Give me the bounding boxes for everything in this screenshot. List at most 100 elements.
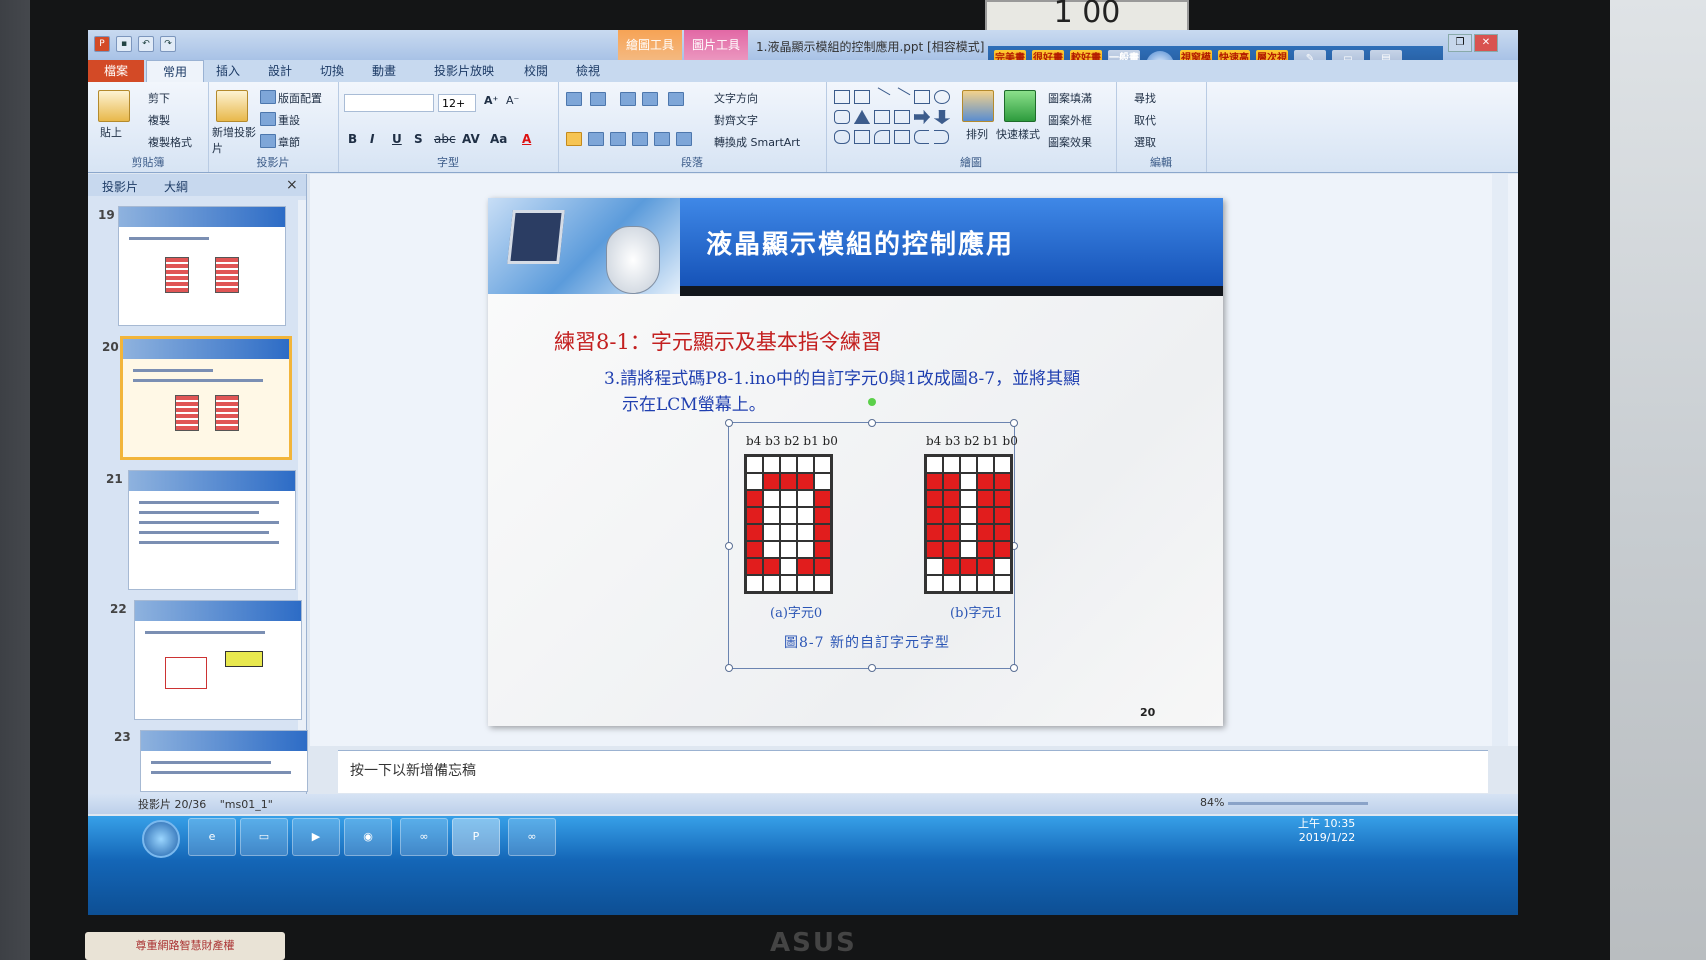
- tab-transitions[interactable]: 切換: [320, 62, 344, 79]
- font-color-button[interactable]: A: [522, 132, 531, 146]
- new-slide-button[interactable]: 新增投影片: [212, 124, 256, 156]
- tab-animations[interactable]: 動畫: [372, 62, 396, 79]
- ie-icon[interactable]: e: [188, 818, 236, 856]
- distribute-icon[interactable]: [654, 132, 670, 146]
- line-spacing-icon[interactable]: [668, 92, 684, 106]
- chrome-icon[interactable]: ◉: [344, 818, 392, 856]
- slide-canvas[interactable]: 液晶顯示模組的控制應用 練習8-1：字元顯示及基本指令練習 3.請將程式碼P8-…: [488, 198, 1223, 726]
- zoom-level[interactable]: 84%: [1200, 796, 1224, 809]
- notes-placeholder[interactable]: 按一下以新增備忘稿: [350, 760, 476, 780]
- powerpoint-icon[interactable]: P: [452, 818, 500, 856]
- exercise-heading[interactable]: 練習8-1：字元顯示及基本指令練習: [554, 326, 882, 356]
- undo-icon[interactable]: ↶: [138, 36, 154, 52]
- shape-effects-button[interactable]: 圖案效果: [1048, 134, 1092, 150]
- resize-handle[interactable]: [1010, 664, 1018, 672]
- paste-icon[interactable]: [98, 90, 130, 122]
- resize-handle[interactable]: [725, 419, 733, 427]
- resize-handle[interactable]: [868, 664, 876, 672]
- rectangle-shape-icon[interactable]: [914, 90, 930, 104]
- columns-icon[interactable]: [676, 132, 692, 146]
- align-right-icon[interactable]: [610, 132, 626, 146]
- close-pane-icon[interactable]: ×: [286, 177, 298, 193]
- freeform-shape-icon[interactable]: [834, 130, 850, 144]
- line-shape-icon[interactable]: [871, 87, 891, 106]
- format-painter-button[interactable]: 複製格式: [148, 134, 192, 150]
- close-icon[interactable]: ✕: [1474, 34, 1498, 52]
- save-icon[interactable]: ▪: [116, 36, 132, 52]
- tab-design[interactable]: 設計: [268, 62, 292, 79]
- smartart-button[interactable]: 轉換成 SmartArt: [714, 134, 800, 150]
- textbox-vertical-shape-icon[interactable]: [854, 90, 870, 104]
- resize-handle[interactable]: [725, 542, 733, 550]
- replace-button[interactable]: 取代: [1134, 112, 1156, 128]
- media-player-icon[interactable]: ▶: [292, 818, 340, 856]
- slide-thumbnail-23[interactable]: [140, 730, 308, 792]
- justify-icon[interactable]: [632, 132, 648, 146]
- tab-review[interactable]: 校閱: [524, 62, 548, 79]
- quick-styles-button[interactable]: 快速樣式: [996, 126, 1040, 142]
- align-left-icon[interactable]: [566, 132, 582, 146]
- underline-button[interactable]: U: [392, 132, 402, 146]
- font-name-field[interactable]: [344, 94, 434, 112]
- shape-fill-button[interactable]: 圖案填滿: [1048, 90, 1092, 106]
- app-icon[interactable]: P: [94, 36, 110, 52]
- triangle-shape-icon[interactable]: [854, 110, 870, 124]
- tab-outline[interactable]: 大綱: [164, 178, 188, 195]
- redo-icon[interactable]: ↷: [160, 36, 176, 52]
- bold-button[interactable]: B: [348, 132, 357, 146]
- grow-font-icon[interactable]: A⁺: [484, 94, 498, 107]
- brace-right-shape-icon[interactable]: [934, 130, 949, 144]
- shrink-font-icon[interactable]: A⁻: [506, 94, 519, 107]
- quick-styles-icon[interactable]: [1004, 90, 1036, 122]
- decrease-indent-icon[interactable]: [620, 92, 636, 106]
- tab-slideshow[interactable]: 投影片放映: [434, 62, 494, 79]
- align-center-icon[interactable]: [588, 132, 604, 146]
- brace-left-shape-icon[interactable]: [914, 130, 929, 144]
- font-size-field[interactable]: 12+: [438, 94, 476, 112]
- tab-view[interactable]: 檢視: [576, 62, 600, 79]
- copy-button[interactable]: 複製: [148, 112, 170, 128]
- slide-thumbnail-21[interactable]: [128, 470, 296, 590]
- resize-handle[interactable]: [1010, 419, 1018, 427]
- arduino-icon[interactable]: ∞: [400, 818, 448, 856]
- arduino-icon-2[interactable]: ∞: [508, 818, 556, 856]
- section-button[interactable]: 章節: [278, 134, 300, 150]
- increase-indent-icon[interactable]: [642, 92, 658, 106]
- start-button-icon[interactable]: [142, 820, 180, 858]
- char-spacing-button[interactable]: AV: [462, 132, 480, 146]
- rounded-rect-shape-icon[interactable]: [834, 110, 850, 124]
- layout-button[interactable]: 版面配置: [278, 90, 322, 106]
- tab-file[interactable]: 檔案: [88, 60, 144, 82]
- slide-thumbnail-20[interactable]: [120, 336, 292, 460]
- find-button[interactable]: 尋找: [1134, 90, 1156, 106]
- curve-shape-icon[interactable]: [894, 130, 910, 144]
- textbox-shape-icon[interactable]: [834, 90, 850, 104]
- italic-button[interactable]: I: [370, 132, 374, 146]
- resize-handle[interactable]: [725, 664, 733, 672]
- change-case-button[interactable]: Aa: [490, 132, 507, 146]
- reset-button[interactable]: 重設: [278, 112, 300, 128]
- arrow-shape-icon[interactable]: [891, 87, 911, 106]
- slide-thumbnail-22[interactable]: [134, 600, 302, 720]
- strikethrough-button[interactable]: abc: [434, 132, 456, 146]
- cut-button[interactable]: 剪下: [148, 90, 170, 106]
- restore-icon[interactable]: ❐: [1448, 34, 1472, 52]
- tab-slides[interactable]: 投影片: [102, 178, 138, 195]
- select-button[interactable]: 選取: [1134, 134, 1156, 150]
- oval-shape-icon[interactable]: [934, 90, 950, 104]
- lightning-shape-icon[interactable]: [854, 130, 870, 144]
- paste-button[interactable]: 貼上: [100, 124, 122, 140]
- arrange-icon[interactable]: [962, 90, 994, 122]
- slide-scrollbar[interactable]: [1492, 174, 1508, 746]
- instruction-text[interactable]: 3.請將程式碼P8-1.ino中的自訂字元0與1改成圖8-7，並將其顯 示在LC…: [604, 366, 1164, 418]
- down-arrow-shape-icon[interactable]: [934, 110, 950, 124]
- new-slide-icon[interactable]: [216, 90, 248, 122]
- right-arrow-shape-icon[interactable]: [914, 110, 930, 124]
- shape-outline-button[interactable]: 圖案外框: [1048, 112, 1092, 128]
- elbow-shape-icon[interactable]: [894, 110, 910, 124]
- arrange-button[interactable]: 排列: [966, 126, 988, 142]
- numbering-icon[interactable]: [590, 92, 606, 106]
- notes-pane[interactable]: [338, 750, 1488, 793]
- clock[interactable]: 上午 10:35 2019/1/22: [1298, 817, 1355, 845]
- text-direction-button[interactable]: 文字方向: [714, 90, 758, 106]
